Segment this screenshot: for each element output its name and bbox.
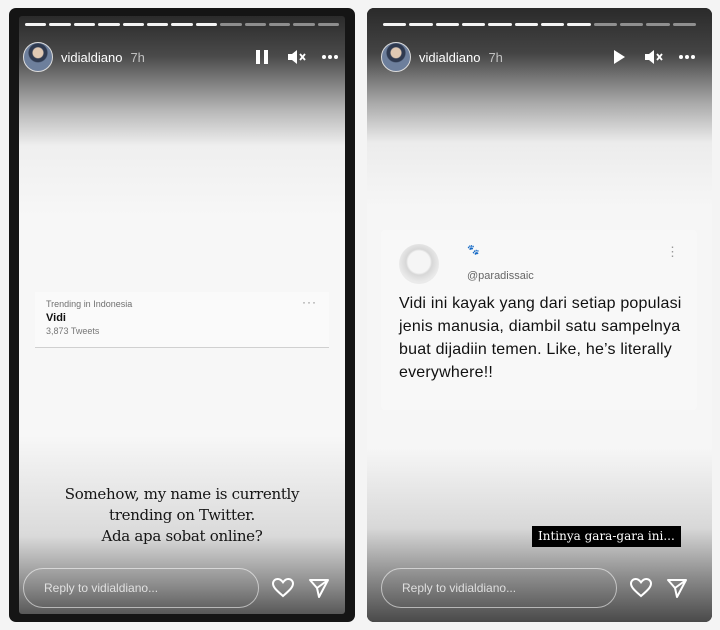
story-footer: Reply to vidialdiano... — [381, 567, 698, 609]
trending-count: 3,873 Tweets — [46, 326, 100, 336]
pause-icon[interactable] — [251, 46, 273, 68]
tweet-card: 🐾 @paradissaic ⋮ Vidi ini kayak yang dar… — [381, 230, 697, 410]
progress-segment — [122, 23, 144, 26]
reply-placeholder: Reply to vidialdiano... — [44, 581, 159, 595]
trending-location: Trending in Indonesia — [46, 299, 133, 309]
caption-line: trending on Twitter. — [109, 506, 255, 524]
caption-line: Ada apa sobat online? — [101, 527, 263, 545]
progress-segment — [409, 23, 433, 26]
send-icon[interactable] — [665, 576, 689, 600]
story-footer: Reply to vidialdiano... — [23, 567, 341, 609]
username[interactable]: vidialdiano — [419, 50, 480, 65]
progress-segment — [73, 23, 96, 26]
avatar[interactable] — [381, 42, 411, 72]
progress-segment — [244, 23, 266, 26]
mute-icon[interactable] — [642, 46, 664, 68]
progress-segment — [220, 23, 242, 26]
progress-segment — [514, 23, 538, 26]
overlay-label: Intinya gara-gara ini... — [532, 526, 681, 547]
trending-term: Vidi — [46, 312, 66, 324]
mute-icon[interactable] — [285, 46, 307, 68]
progress-segment — [49, 23, 71, 26]
progress-segment — [25, 23, 47, 26]
story-progress-bar — [25, 23, 340, 26]
progress-segment — [435, 23, 459, 26]
tweet-avatar — [399, 244, 439, 284]
play-icon[interactable] — [608, 46, 630, 68]
paw-icon: 🐾 — [467, 245, 480, 256]
more-icon[interactable] — [676, 46, 698, 68]
tweet-text: Vidi ini kayak yang dari setiap populasi… — [399, 295, 682, 381]
progress-segment — [619, 23, 644, 26]
heart-icon[interactable] — [271, 576, 295, 600]
post-time: 7h — [130, 49, 145, 65]
more-icon[interactable] — [319, 46, 341, 68]
caption-line: Somehow, my name is currently — [64, 485, 300, 503]
heart-icon[interactable] — [629, 576, 653, 600]
story-card-right: vidialdiano 7h 🐾 @paradissaic ⋮ Vidi ini… — [367, 8, 712, 622]
progress-segment — [98, 23, 120, 26]
story-header: vidialdiano 7h — [381, 40, 698, 74]
progress-segment — [488, 23, 512, 26]
progress-segment — [146, 23, 169, 26]
progress-segment — [195, 23, 218, 26]
progress-segment — [171, 23, 193, 26]
progress-segment — [540, 23, 565, 26]
reply-input[interactable]: Reply to vidialdiano... — [381, 568, 617, 608]
post-time: 7h — [488, 49, 503, 65]
send-icon[interactable] — [307, 576, 331, 600]
story-card-left: vidialdiano 7h Trending in Indonesia Vid… — [9, 8, 355, 622]
progress-segment — [317, 23, 340, 26]
progress-segment — [567, 23, 591, 26]
reply-placeholder: Reply to vidialdiano... — [402, 581, 517, 595]
username[interactable]: vidialdiano — [61, 50, 122, 65]
progress-segment — [383, 23, 407, 26]
story-progress-bar — [383, 23, 696, 26]
avatar[interactable] — [23, 42, 53, 72]
progress-segment — [593, 23, 617, 26]
reply-input[interactable]: Reply to vidialdiano... — [23, 568, 259, 608]
story-caption: Somehow, my name is currently trending o… — [39, 484, 325, 547]
more-icon: ··· — [302, 295, 317, 309]
progress-segment — [646, 23, 670, 26]
story-header: vidialdiano 7h — [23, 40, 341, 74]
tweet-handle: @paradissaic — [467, 270, 534, 282]
trending-card: Trending in Indonesia Vidi 3,873 Tweets … — [35, 292, 329, 348]
progress-segment — [461, 23, 486, 26]
progress-segment — [268, 23, 291, 26]
more-icon: ⋮ — [666, 244, 679, 259]
progress-segment — [293, 23, 315, 26]
progress-segment — [672, 23, 696, 26]
